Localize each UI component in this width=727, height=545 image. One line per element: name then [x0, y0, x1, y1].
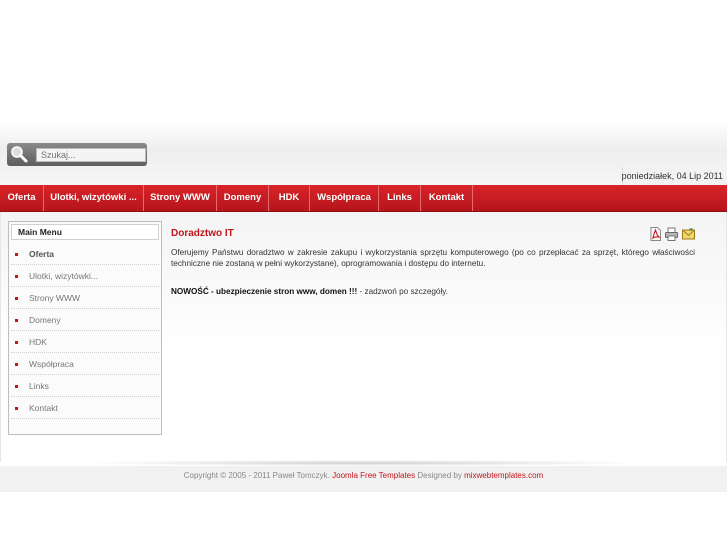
article-title: Doradztwo IT — [171, 228, 234, 239]
bullet-icon — [15, 341, 18, 344]
search-icon[interactable] — [10, 145, 28, 163]
footer-link-joomla[interactable]: Joomla Free Templates — [332, 471, 415, 480]
bullet-icon — [15, 253, 18, 256]
footer-designed-by: Designed by — [417, 471, 462, 480]
bullet-icon — [15, 297, 18, 300]
bullet-icon — [15, 407, 18, 410]
bullet-icon — [15, 275, 18, 278]
bullet-icon — [15, 385, 18, 388]
top-navigation: Oferta Ulotki, wizytówki ... Strony WWW … — [0, 185, 727, 212]
article-body: Oferujemy Państwu doradztwo w zakresie z… — [171, 248, 695, 268]
email-icon[interactable] — [682, 227, 695, 241]
news-rest: - zadzwoń po szczegóły. — [357, 287, 449, 296]
nav-item-links[interactable]: Links — [379, 185, 421, 211]
menu-item-label: Kontakt — [29, 403, 58, 413]
nav-item-wspolpraca[interactable]: Współpraca — [310, 185, 379, 211]
menu-item-hdk[interactable]: HDK — [11, 331, 159, 353]
menu-item-strony-www[interactable]: Strony WWW — [11, 287, 159, 309]
menu-item-label: Links — [29, 381, 49, 391]
menu-item-oferta[interactable]: Oferta — [11, 243, 159, 265]
bullet-icon — [15, 319, 18, 322]
menu-item-label: HDK — [29, 337, 47, 347]
search-input[interactable] — [36, 148, 146, 162]
search-box — [7, 143, 147, 166]
bullet-icon — [15, 363, 18, 366]
pdf-icon[interactable] — [649, 227, 662, 241]
footer-copyright: Copyright © 2005 - 2011 Paweł Tomczyk. — [183, 471, 330, 480]
news-highlight: NOWOŚĆ - ubezpieczenie stron www, domen … — [171, 287, 358, 296]
nav-item-strony-www[interactable]: Strony WWW — [144, 185, 217, 211]
nav-item-domeny[interactable]: Domeny — [217, 185, 269, 211]
footer-link-mixweb[interactable]: mixwebtemplates.com — [464, 471, 543, 480]
current-date: poniedziałek, 04 Lip 2011 — [621, 171, 723, 181]
menu-item-label: Współpraca — [29, 359, 74, 369]
main-menu-title: Main Menu — [11, 224, 159, 240]
menu-item-ulotki[interactable]: Ulotki, wizytówki... — [11, 265, 159, 287]
nav-item-kontakt[interactable]: Kontakt — [421, 185, 473, 211]
print-icon[interactable] — [665, 227, 678, 241]
menu-item-wspolpraca[interactable]: Współpraca — [11, 353, 159, 375]
menu-item-domeny[interactable]: Domeny — [11, 309, 159, 331]
footer: Copyright © 2005 - 2011 Paweł Tomczyk. J… — [0, 466, 727, 492]
menu-item-label: Strony WWW — [29, 293, 80, 303]
nav-item-hdk[interactable]: HDK — [269, 185, 310, 211]
menu-item-label: Domeny — [29, 315, 61, 325]
menu-item-label: Ulotki, wizytówki... — [29, 271, 98, 281]
nav-item-oferta[interactable]: Oferta — [0, 185, 44, 211]
main-menu: Main Menu Oferta Ulotki, wizytówki... St… — [8, 221, 162, 435]
menu-item-links[interactable]: Links — [11, 375, 159, 397]
news-line: NOWOŚĆ - ubezpieczenie stron www, domen … — [171, 287, 448, 296]
menu-item-label: Oferta — [29, 249, 55, 259]
date-bar: poniedziałek, 04 Lip 2011 — [622, 167, 727, 185]
menu-item-kontakt[interactable]: Kontakt — [11, 397, 159, 419]
nav-item-ulotki[interactable]: Ulotki, wizytówki ... — [44, 185, 144, 211]
